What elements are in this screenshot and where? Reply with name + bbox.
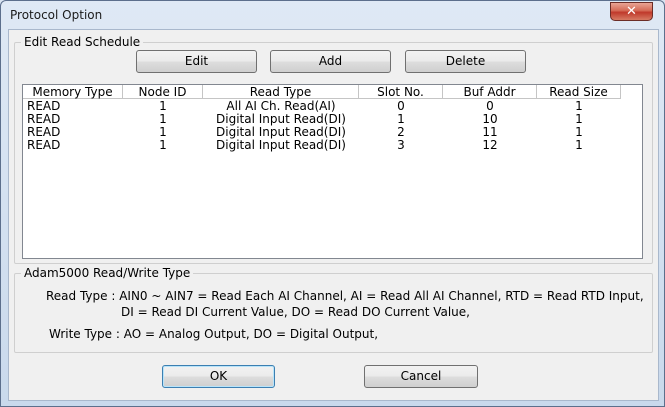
cell-memory-type: READ — [27, 139, 61, 152]
cell-read-type: All AI Ch. Read(AI) — [226, 100, 336, 113]
table-row[interactable]: READ 1 Digital Input Read(DI) 2 11 1 — [23, 126, 642, 139]
list-header: Memory Type Node ID Read Type Slot No. B… — [23, 85, 642, 100]
cell-node-id: 1 — [159, 126, 167, 139]
cell-memory-type: READ — [27, 113, 61, 126]
table-row[interactable]: READ 1 All AI Ch. Read(AI) 0 0 1 — [23, 100, 642, 113]
cell-buf-addr: 12 — [482, 139, 498, 152]
cancel-button[interactable]: Cancel — [364, 365, 478, 388]
column-header-buf-addr[interactable]: Buf Addr — [443, 85, 537, 99]
read-schedule-list[interactable]: Memory Type Node ID Read Type Slot No. B… — [22, 84, 643, 259]
cell-buf-addr: 11 — [482, 126, 498, 139]
cell-read-type: Digital Input Read(DI) — [216, 113, 346, 126]
cell-slot-no: 0 — [397, 100, 405, 113]
ok-button[interactable]: OK — [162, 365, 275, 388]
cell-slot-no: 1 — [397, 113, 405, 126]
dialog-client-area: Edit Read Schedule Edit Add Delete Memor… — [8, 29, 659, 401]
cell-read-size: 1 — [575, 139, 583, 152]
read-type-description-line1: Read Type : AIN0 ~ AIN7 = Read Each AI C… — [46, 289, 644, 303]
title-bar[interactable]: Protocol Option ✕ — [1, 1, 664, 29]
cell-slot-no: 3 — [397, 139, 405, 152]
cell-node-id: 1 — [159, 113, 167, 126]
column-header-memory-type[interactable]: Memory Type — [23, 85, 123, 99]
cell-read-size: 1 — [575, 113, 583, 126]
table-row[interactable]: READ 1 Digital Input Read(DI) 3 12 1 — [23, 139, 642, 152]
cell-slot-no: 2 — [397, 126, 405, 139]
table-row[interactable]: READ 1 Digital Input Read(DI) 1 10 1 — [23, 113, 642, 126]
window-title: Protocol Option — [10, 8, 103, 22]
edit-button[interactable]: Edit — [136, 50, 257, 73]
column-header-read-type[interactable]: Read Type — [203, 85, 359, 99]
cell-read-type: Digital Input Read(DI) — [216, 126, 346, 139]
protocol-option-window: Protocol Option ✕ Edit Read Schedule Edi… — [0, 0, 665, 407]
write-type-description: Write Type : AO = Analog Output, DO = Di… — [49, 327, 379, 341]
cell-read-type: Digital Input Read(DI) — [216, 139, 346, 152]
adam5000-read-write-type-label: Adam5000 Read/Write Type — [21, 266, 194, 280]
add-button[interactable]: Add — [270, 50, 391, 73]
read-type-description-line2: DI = Read DI Current Value, DO = Read DO… — [121, 305, 470, 319]
cell-buf-addr: 0 — [486, 100, 494, 113]
close-icon: ✕ — [626, 4, 637, 19]
cell-read-size: 1 — [575, 126, 583, 139]
cell-node-id: 1 — [159, 139, 167, 152]
cell-node-id: 1 — [159, 100, 167, 113]
cell-memory-type: READ — [27, 126, 61, 139]
column-header-read-size[interactable]: Read Size — [537, 85, 621, 99]
cell-read-size: 1 — [575, 100, 583, 113]
edit-read-schedule-label: Edit Read Schedule — [21, 35, 144, 49]
cell-buf-addr: 10 — [482, 113, 498, 126]
column-header-slot-no[interactable]: Slot No. — [359, 85, 443, 99]
cell-memory-type: READ — [27, 100, 61, 113]
close-button[interactable]: ✕ — [610, 2, 653, 21]
delete-button[interactable]: Delete — [405, 50, 526, 73]
column-header-node-id[interactable]: Node ID — [123, 85, 203, 99]
